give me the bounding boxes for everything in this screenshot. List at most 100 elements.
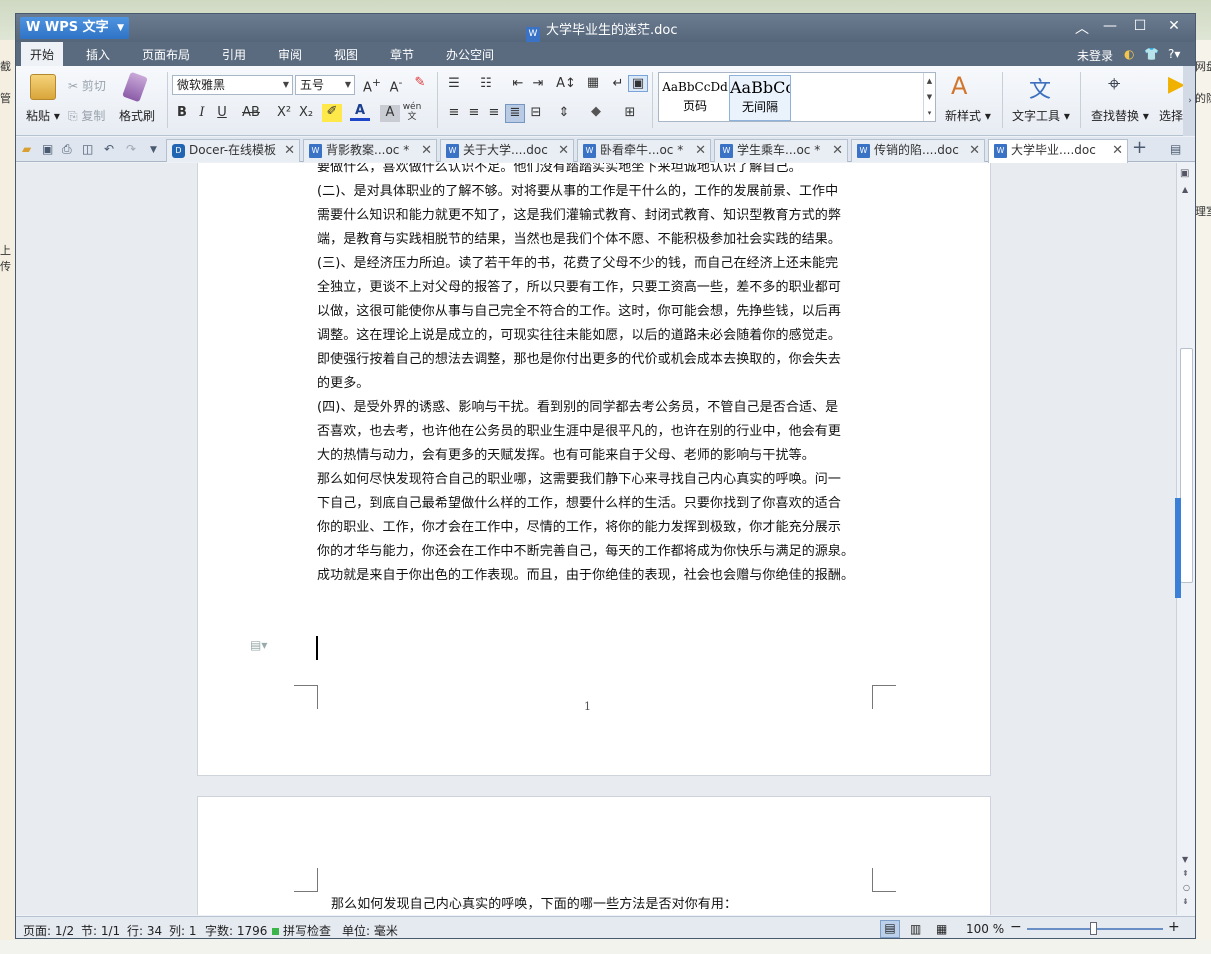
side-panel-handle[interactable] <box>1175 498 1181 598</box>
tab-review[interactable]: 审阅 <box>278 46 302 63</box>
page-indicator[interactable]: 页面: 1/2 <box>23 922 74 938</box>
app-menu-button[interactable]: W WPS 文字 ▼ <box>20 17 129 39</box>
page-1-body[interactable]: 要做什么，喜欢做什么认识不足。他们没有踏踏实实地坐下来坦诚地认识了解自己。 (二… <box>317 163 873 588</box>
next-page-icon[interactable]: ⇟ <box>1182 897 1189 906</box>
doc-tab-active[interactable]: W 大学毕业....doc ✕ <box>988 139 1128 163</box>
doc-tab[interactable]: W 背影教案...oc * ✕ <box>303 139 437 162</box>
find-replace-button[interactable]: 查找替换 ▾ <box>1091 107 1149 124</box>
page-1[interactable]: 要做什么，喜欢做什么认识不足。他们没有踏踏实实地坐下来坦诚地认识了解自己。 (二… <box>197 163 991 776</box>
doc-tab[interactable]: D Docer-在线模板 ✕ <box>166 139 300 162</box>
style-no-spacing[interactable]: AaBbCc 无间隔 <box>729 75 791 121</box>
paste-icon[interactable] <box>30 74 56 100</box>
scroll-up-icon[interactable]: ▲ <box>1182 185 1188 194</box>
align-center-icon[interactable]: ≡ <box>464 105 484 120</box>
maximize-button[interactable]: ☐ <box>1126 18 1154 34</box>
cut-button[interactable]: ✂ 剪切 <box>68 77 106 94</box>
superscript-button[interactable]: X² <box>274 105 294 120</box>
font-name-select[interactable]: 微软雅黑 ▼ <box>172 75 293 95</box>
show-marks-icon[interactable]: ▣ <box>628 75 648 92</box>
strikethrough-button[interactable]: AB <box>238 105 264 120</box>
page-view-icon[interactable]: ▤ <box>880 920 900 938</box>
doc-tab[interactable]: W 卧看牵牛...oc * ✕ <box>577 139 711 162</box>
close-icon[interactable]: ✕ <box>558 140 569 161</box>
align-right-icon[interactable]: ≡ <box>484 105 504 120</box>
table-grid-icon[interactable]: ▦ <box>583 75 603 90</box>
line-spacing-icon[interactable]: ⇕ <box>554 105 574 120</box>
open-icon[interactable]: ▰ <box>22 142 31 156</box>
doc-map-icon[interactable]: ▣ <box>1180 168 1189 179</box>
qat-customize-icon[interactable]: ▼ <box>150 145 157 155</box>
zoom-in-icon[interactable]: + <box>1168 919 1180 935</box>
ribbon-scroll-right[interactable]: › <box>1183 66 1195 136</box>
page-2[interactable]: 那么如何发现自己内心真实的呼唤，下面的哪一些方法是否对你有用： <box>197 796 991 915</box>
char-shading-icon[interactable]: A <box>380 105 400 122</box>
zoom-out-icon[interactable]: − <box>1010 919 1022 935</box>
doc-tab[interactable]: W 关于大学....doc ✕ <box>440 139 574 162</box>
font-size-select[interactable]: 五号 ▼ <box>295 75 355 95</box>
undo-icon[interactable]: ↶ <box>104 142 114 156</box>
close-icon[interactable]: ✕ <box>421 140 432 161</box>
text-direction-icon[interactable]: A↕ <box>556 76 576 91</box>
tab-references[interactable]: 引用 <box>222 46 246 63</box>
select-button[interactable]: 选择 <box>1159 107 1183 124</box>
save-icon[interactable]: ▣ <box>42 142 53 156</box>
binoculars-icon[interactable]: ⌖ <box>1108 72 1120 97</box>
subscript-button[interactable]: X₂ <box>296 105 316 120</box>
web-view-icon[interactable]: ▦ <box>936 922 947 936</box>
grow-font-icon[interactable]: A+ <box>362 76 382 95</box>
spell-check-toggle[interactable]: 拼写检查 <box>272 922 331 938</box>
tab-list-icon[interactable]: ▤ <box>1170 142 1181 156</box>
shrink-font-icon[interactable]: A- <box>386 76 406 95</box>
phonetic-guide-button[interactable]: wén 文 <box>402 102 422 122</box>
tab-page-layout[interactable]: 页面布局 <box>142 46 190 63</box>
page-2-body[interactable]: 那么如何发现自己内心真实的呼唤，下面的哪一些方法是否对你有用： <box>331 893 887 915</box>
style-gallery-scroll[interactable]: ▲ ▼ ▾ <box>923 73 935 121</box>
title-bar[interactable]: W WPS 文字 ▼ W 大学毕业生的迷茫.doc ︿ — ☐ ✕ <box>16 14 1195 42</box>
bullet-list-icon[interactable]: ☰ <box>444 76 464 91</box>
print-icon[interactable]: ⎙ <box>62 142 72 157</box>
shirt-icon[interactable]: 👕 <box>1144 47 1159 61</box>
login-status[interactable]: 未登录 <box>1077 47 1113 64</box>
new-tab-icon[interactable]: + <box>1132 137 1147 158</box>
text-tools-icon[interactable]: 文 <box>1029 72 1051 104</box>
zoom-slider-thumb[interactable] <box>1090 922 1097 935</box>
paste-options-icon[interactable]: ▤▾ <box>250 638 267 652</box>
word-count[interactable]: 字数: 1796 <box>205 922 267 938</box>
scroll-down-icon[interactable]: ▼ <box>1182 855 1188 864</box>
help-icon[interactable]: ?▾ <box>1168 47 1180 61</box>
numbered-list-icon[interactable]: ☷ <box>476 76 496 91</box>
copy-button[interactable]: ⎘ 复制 <box>68 107 105 124</box>
underline-button[interactable]: U <box>212 105 232 120</box>
shading-bucket-icon[interactable]: ◆ <box>586 104 606 119</box>
new-style-icon[interactable]: A <box>951 72 967 100</box>
unit-indicator[interactable]: 单位: 毫米 <box>342 922 398 938</box>
paste-button[interactable]: 粘贴 ▾ <box>26 107 60 124</box>
close-icon[interactable]: ✕ <box>284 140 295 161</box>
distribute-icon[interactable]: ⊟ <box>526 105 546 120</box>
decrease-indent-icon[interactable]: ⇤ <box>508 76 528 91</box>
close-icon[interactable]: ✕ <box>1112 140 1123 161</box>
tab-office-space[interactable]: 办公空间 <box>446 46 494 63</box>
style-page-number[interactable]: AaBbCcDd 页码 <box>662 77 728 119</box>
minimize-button[interactable]: — <box>1096 18 1124 34</box>
close-button[interactable]: ✕ <box>1160 18 1188 34</box>
tab-home[interactable]: 开始 <box>21 42 64 66</box>
clear-format-icon[interactable]: ✎ <box>410 75 430 90</box>
tab-insert[interactable]: 插入 <box>86 46 110 63</box>
font-color-icon[interactable]: A <box>350 103 370 121</box>
highlight-icon[interactable]: ✐ <box>322 104 342 122</box>
tab-view[interactable]: 视图 <box>334 46 358 63</box>
doc-tab[interactable]: W 传销的陷....doc ✕ <box>851 139 985 162</box>
brush-icon[interactable] <box>122 71 148 103</box>
increase-indent-icon[interactable]: ⇥ <box>528 76 548 91</box>
tab-chapter[interactable]: 章节 <box>390 46 414 63</box>
redo-icon[interactable]: ↷ <box>126 142 136 156</box>
justify-icon[interactable]: ≣ <box>505 104 525 123</box>
skin-icon[interactable]: ◐ <box>1124 47 1134 61</box>
format-painter-button[interactable]: 格式刷 <box>119 107 155 124</box>
align-left-icon[interactable]: ≡ <box>444 105 464 120</box>
document-canvas[interactable]: 要做什么，喜欢做什么认识不足。他们没有踏踏实实地坐下来坦诚地认识了解自己。 (二… <box>16 163 1176 915</box>
prev-page-icon[interactable]: ⇞ <box>1182 869 1189 878</box>
close-icon[interactable]: ✕ <box>695 140 706 161</box>
close-icon[interactable]: ✕ <box>832 140 843 161</box>
